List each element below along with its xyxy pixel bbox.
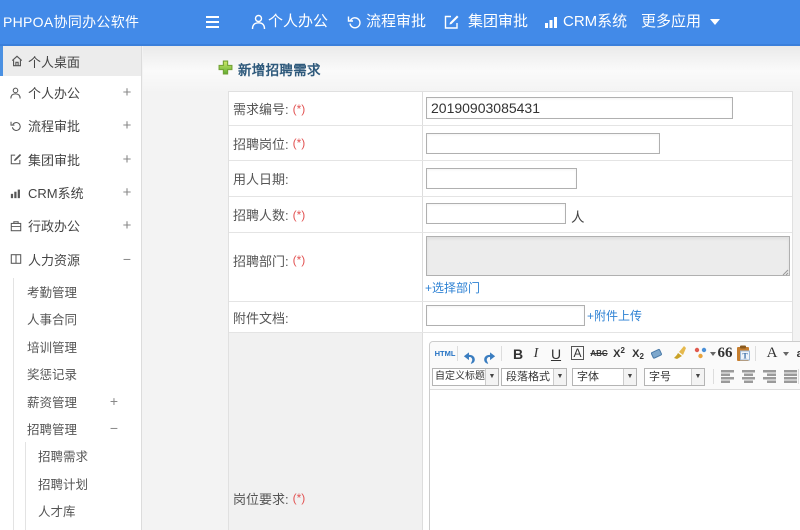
svg-text:T: T — [742, 352, 748, 361]
